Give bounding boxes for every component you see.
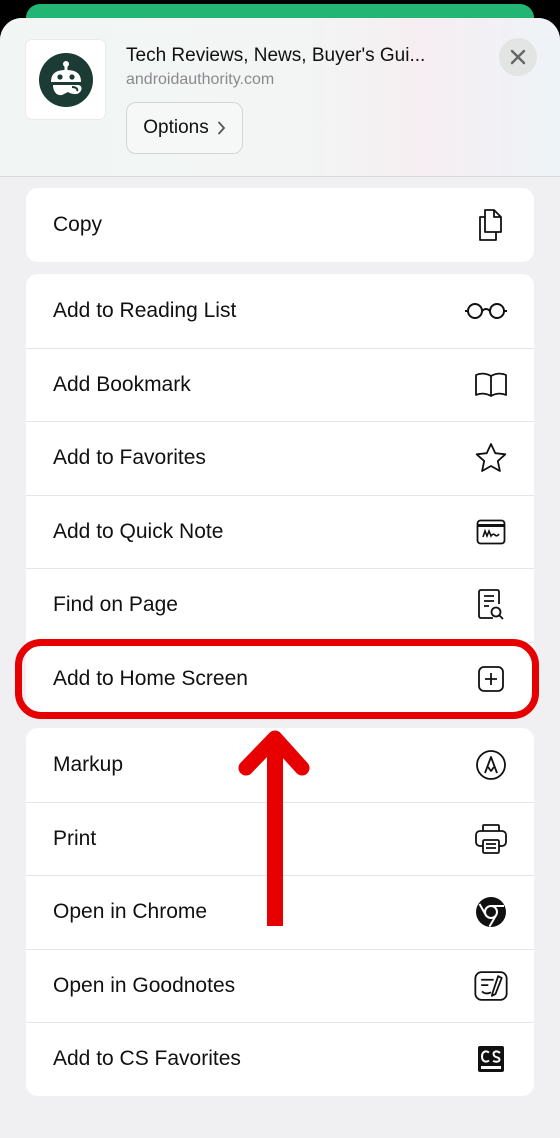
page-url: androidauthority.com: [126, 71, 275, 88]
menu-item-add-to-home-screen[interactable]: Add to Home Screen: [26, 641, 534, 716]
menu-item-add-to-cs-favorites[interactable]: Add to CS Favorites: [26, 1022, 534, 1096]
menu-item-add-to-reading-list[interactable]: Add to Reading List: [26, 274, 534, 348]
options-button[interactable]: Options: [126, 102, 243, 154]
chevron-right-icon: [217, 121, 225, 135]
copy-icon: [474, 208, 508, 242]
quick-note-icon: [474, 515, 508, 549]
share-sheet: Tech Reviews, News, Buyer's Gui... andro…: [0, 18, 560, 1138]
menu-item-add-to-quick-note[interactable]: Add to Quick Note: [26, 494, 534, 569]
glasses-icon: [464, 294, 508, 328]
menu-item-label: Add Bookmark: [53, 372, 191, 396]
menu-item-label: Find on Page: [53, 593, 178, 617]
printer-icon: [474, 822, 508, 856]
cs-icon: [474, 1042, 508, 1076]
site-icon: [26, 40, 105, 119]
star-icon: [474, 441, 508, 475]
menu-item-copy[interactable]: Copy: [26, 188, 534, 262]
action-group-copy: Copy: [26, 188, 534, 262]
menu-item-label: Open in Chrome: [53, 900, 208, 924]
menu-item-label: Print: [53, 826, 97, 850]
menu-item-label: Open in Goodnotes: [53, 973, 236, 997]
menu-item-add-bookmark[interactable]: Add Bookmark: [26, 347, 534, 422]
menu-item-label: Copy: [53, 212, 103, 236]
menu-item-label: Add to Quick Note: [53, 519, 224, 543]
book-icon: [474, 368, 508, 402]
android-authority-logo-icon: [38, 52, 93, 107]
menu-item-label: Add to Home Screen: [53, 666, 248, 690]
menu-item-label: Add to Favorites: [53, 446, 206, 470]
arrow-up-icon: [238, 730, 310, 926]
chrome-icon: [474, 895, 508, 929]
find-on-page-icon: [474, 588, 508, 622]
markup-icon: [474, 748, 508, 782]
share-sheet-header: Tech Reviews, News, Buyer's Gui... andro…: [0, 18, 560, 177]
menu-item-label: Add to CS Favorites: [53, 1047, 241, 1071]
page-title: Tech Reviews, News, Buyer's Gui...: [126, 45, 426, 66]
close-button[interactable]: [499, 38, 537, 76]
menu-item-open-in-goodnotes[interactable]: Open in Goodnotes: [26, 948, 534, 1023]
menu-item-label: Add to Reading List: [53, 298, 237, 322]
goodnotes-icon: [474, 969, 508, 1003]
options-label: Options: [143, 117, 209, 138]
close-icon: [510, 49, 526, 65]
menu-item-label: Markup: [53, 752, 124, 776]
menu-item-find-on-page[interactable]: Find on Page: [26, 568, 534, 642]
plus-square-icon: [474, 662, 508, 696]
menu-item-add-to-favorites[interactable]: Add to Favorites: [26, 421, 534, 495]
action-group-page: Add to Reading List Add Bookmark Add to …: [26, 274, 534, 715]
